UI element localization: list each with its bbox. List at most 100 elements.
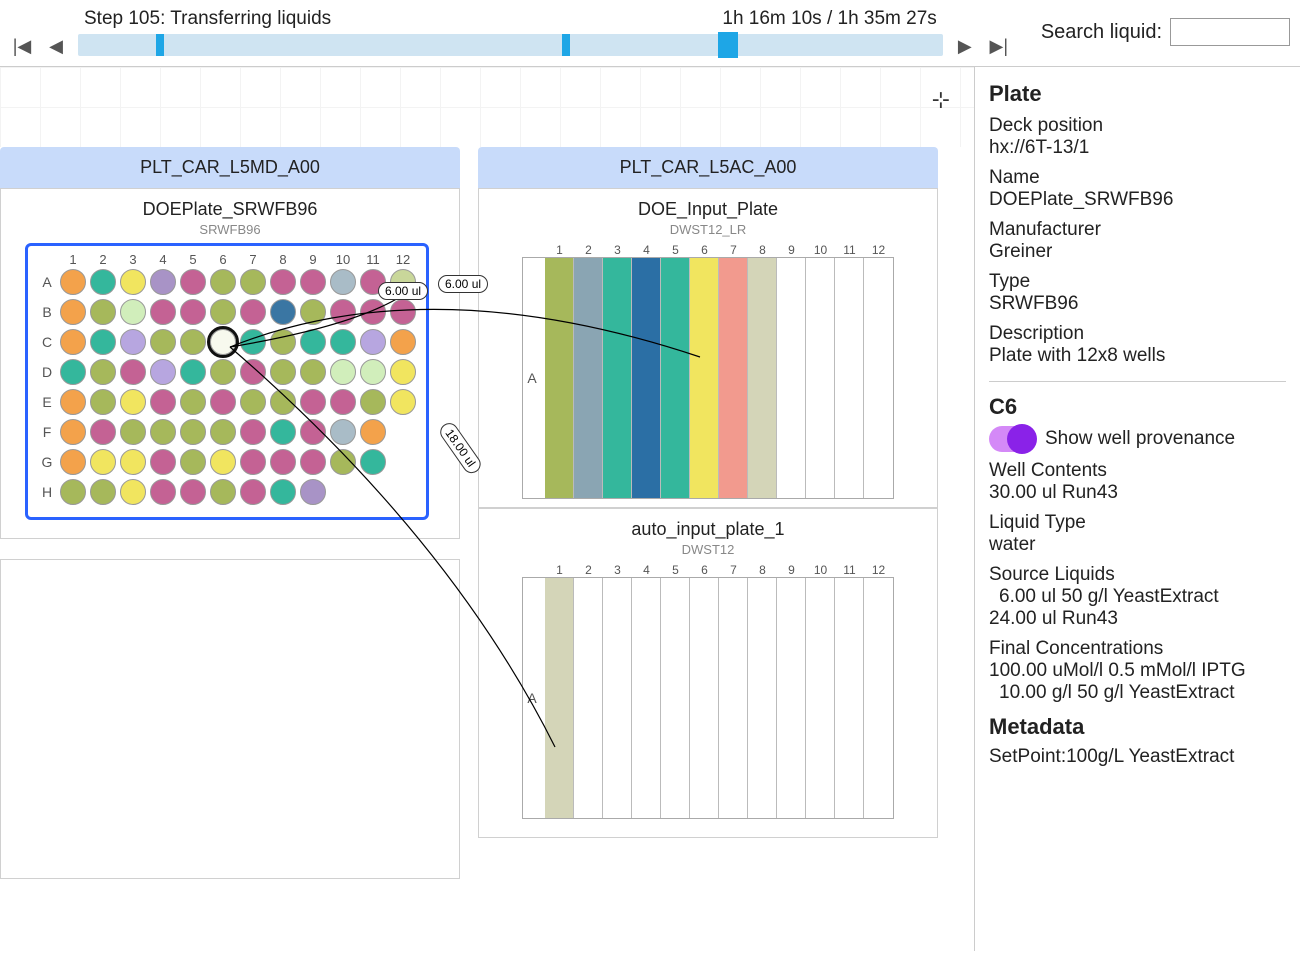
- well-G2[interactable]: [90, 449, 116, 475]
- well-C5[interactable]: [180, 329, 206, 355]
- well-E1[interactable]: [60, 389, 86, 415]
- well-E8[interactable]: [270, 389, 296, 415]
- well-G10[interactable]: [330, 449, 356, 475]
- well-A7[interactable]: [240, 269, 266, 295]
- well-D11[interactable]: [360, 359, 386, 385]
- well-C8[interactable]: [270, 329, 296, 355]
- well-G1[interactable]: [60, 449, 86, 475]
- well-H1[interactable]: [60, 479, 86, 505]
- well-C12[interactable]: [390, 329, 416, 355]
- well-B12[interactable]: [390, 299, 416, 325]
- well-E3[interactable]: [120, 389, 146, 415]
- well-A6[interactable]: [210, 269, 236, 295]
- well-A1[interactable]: [60, 269, 86, 295]
- well-F11[interactable]: [360, 419, 386, 445]
- well-D9[interactable]: [300, 359, 326, 385]
- timeline-first-button[interactable]: |◀: [10, 34, 34, 58]
- well-H4[interactable]: [150, 479, 176, 505]
- well-H3[interactable]: [120, 479, 146, 505]
- well-H2[interactable]: [90, 479, 116, 505]
- well-F2[interactable]: [90, 419, 116, 445]
- well-C11[interactable]: [360, 329, 386, 355]
- well-H7[interactable]: [240, 479, 266, 505]
- well-F1[interactable]: [60, 419, 86, 445]
- trough-A11[interactable]: [835, 258, 864, 498]
- well-A3[interactable]: [120, 269, 146, 295]
- well-D1[interactable]: [60, 359, 86, 385]
- well-E12[interactable]: [390, 389, 416, 415]
- trough-A5[interactable]: [661, 578, 690, 818]
- trough-A4[interactable]: [632, 258, 661, 498]
- well-C2[interactable]: [90, 329, 116, 355]
- trough-A7[interactable]: [719, 578, 748, 818]
- trough-A4[interactable]: [632, 578, 661, 818]
- trough-A11[interactable]: [835, 578, 864, 818]
- well-B4[interactable]: [150, 299, 176, 325]
- trough-A7[interactable]: [719, 258, 748, 498]
- well-B7[interactable]: [240, 299, 266, 325]
- collapse-icon[interactable]: ⊹: [932, 87, 950, 113]
- trough-plate-auto[interactable]: 123456789101112A: [487, 563, 929, 819]
- trough-A9[interactable]: [777, 578, 806, 818]
- well-D3[interactable]: [120, 359, 146, 385]
- well-E7[interactable]: [240, 389, 266, 415]
- well-D12[interactable]: [390, 359, 416, 385]
- trough-A10[interactable]: [806, 258, 835, 498]
- well-E2[interactable]: [90, 389, 116, 415]
- trough-A8[interactable]: [748, 258, 777, 498]
- well-E10[interactable]: [330, 389, 356, 415]
- trough-A1[interactable]: [545, 578, 574, 818]
- well-C6[interactable]: [210, 329, 236, 355]
- well-F7[interactable]: [240, 419, 266, 445]
- well-G5[interactable]: [180, 449, 206, 475]
- well-A9[interactable]: [300, 269, 326, 295]
- well-A10[interactable]: [330, 269, 356, 295]
- well-F4[interactable]: [150, 419, 176, 445]
- well-H8[interactable]: [270, 479, 296, 505]
- well-G6[interactable]: [210, 449, 236, 475]
- trough-A6[interactable]: [690, 258, 719, 498]
- provenance-toggle[interactable]: [989, 426, 1035, 452]
- well-D7[interactable]: [240, 359, 266, 385]
- well-E11[interactable]: [360, 389, 386, 415]
- well-G7[interactable]: [240, 449, 266, 475]
- trough-A3[interactable]: [603, 578, 632, 818]
- trough-A3[interactable]: [603, 258, 632, 498]
- well-C7[interactable]: [240, 329, 266, 355]
- trough-A6[interactable]: [690, 578, 719, 818]
- timeline-prev-button[interactable]: ◀: [44, 34, 68, 58]
- well-D4[interactable]: [150, 359, 176, 385]
- trough-A2[interactable]: [574, 258, 603, 498]
- well-F6[interactable]: [210, 419, 236, 445]
- well-F8[interactable]: [270, 419, 296, 445]
- well-B11[interactable]: [360, 299, 386, 325]
- well-B3[interactable]: [120, 299, 146, 325]
- plate-96-well[interactable]: 123456789101112ABCDEFGH: [25, 243, 429, 520]
- well-D10[interactable]: [330, 359, 356, 385]
- timeline-bar[interactable]: [78, 34, 943, 56]
- well-E5[interactable]: [180, 389, 206, 415]
- well-C3[interactable]: [120, 329, 146, 355]
- timeline-thumb[interactable]: [718, 32, 738, 58]
- timeline-next-button[interactable]: ▶: [953, 34, 977, 58]
- trough-A8[interactable]: [748, 578, 777, 818]
- well-B9[interactable]: [300, 299, 326, 325]
- well-G8[interactable]: [270, 449, 296, 475]
- trough-A9[interactable]: [777, 258, 806, 498]
- trough-plate-input[interactable]: 123456789101112A: [487, 243, 929, 499]
- well-F10[interactable]: [330, 419, 356, 445]
- well-C4[interactable]: [150, 329, 176, 355]
- well-E4[interactable]: [150, 389, 176, 415]
- trough-A2[interactable]: [574, 578, 603, 818]
- well-C9[interactable]: [300, 329, 326, 355]
- well-C1[interactable]: [60, 329, 86, 355]
- well-A2[interactable]: [90, 269, 116, 295]
- well-A8[interactable]: [270, 269, 296, 295]
- well-F3[interactable]: [120, 419, 146, 445]
- well-G11[interactable]: [360, 449, 386, 475]
- well-G9[interactable]: [300, 449, 326, 475]
- well-H9[interactable]: [300, 479, 326, 505]
- timeline-last-button[interactable]: ▶|: [987, 34, 1011, 58]
- well-B8[interactable]: [270, 299, 296, 325]
- well-A4[interactable]: [150, 269, 176, 295]
